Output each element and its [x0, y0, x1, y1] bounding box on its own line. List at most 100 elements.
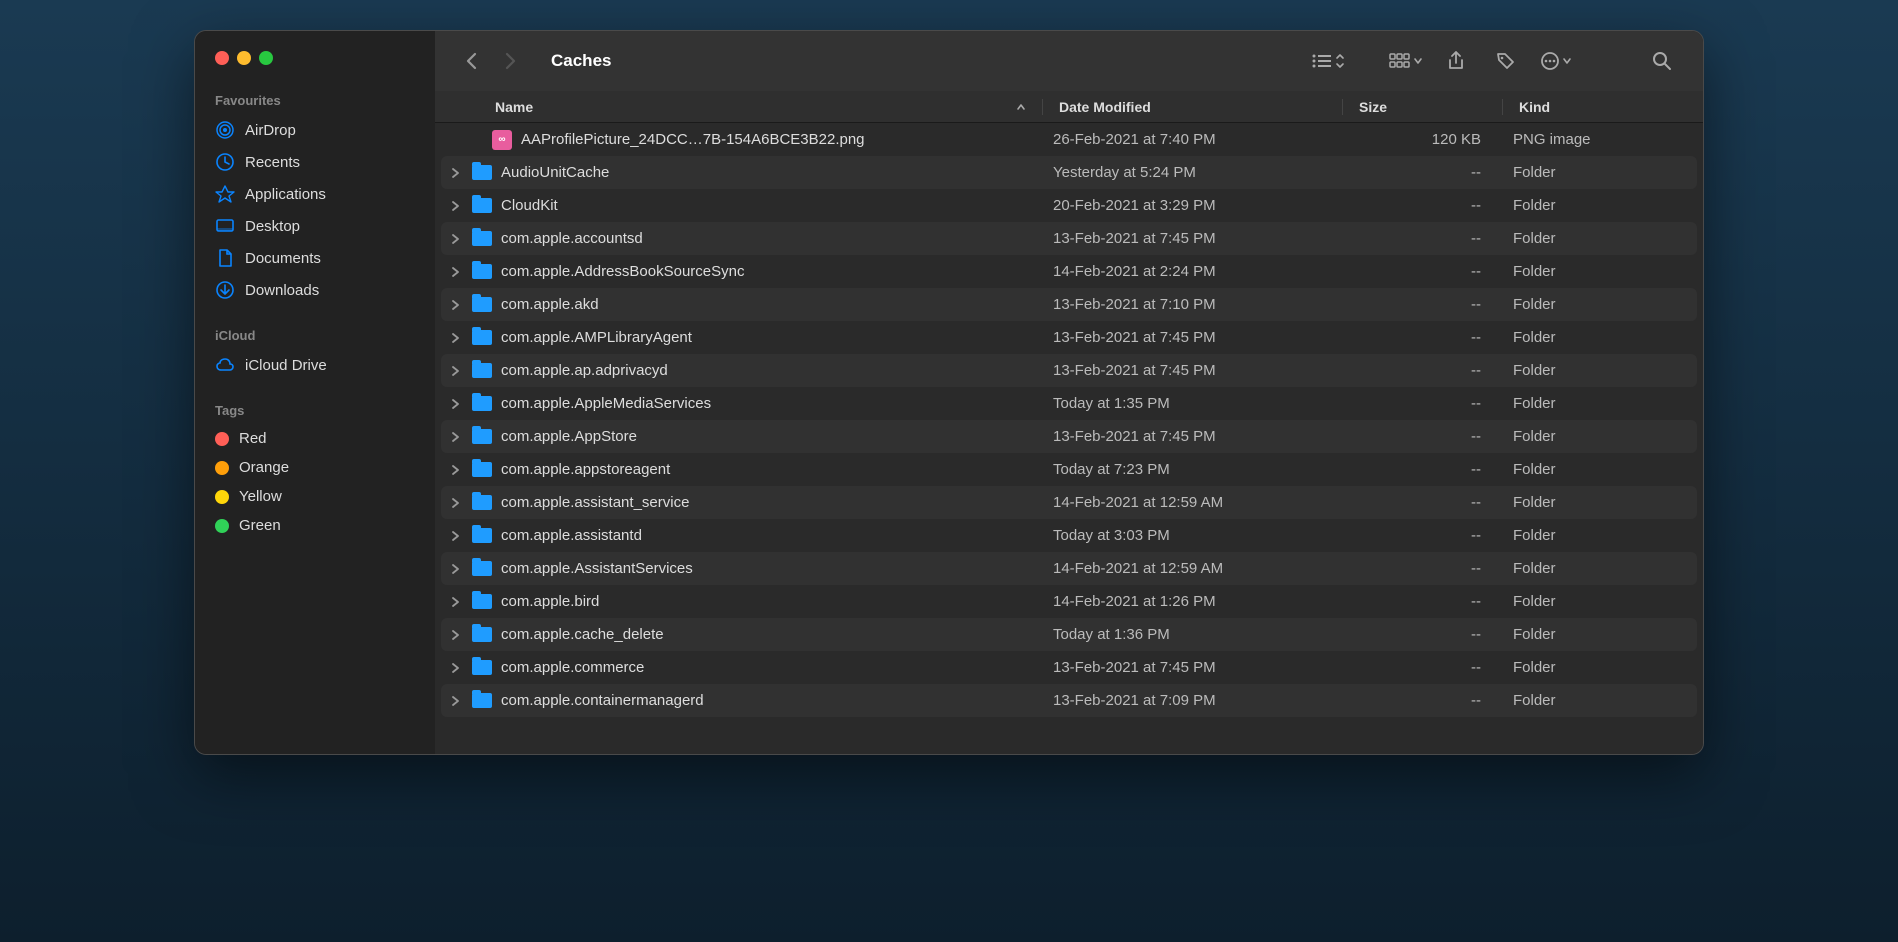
disclosure-icon[interactable] — [451, 663, 471, 673]
column-date[interactable]: Date Modified — [1043, 99, 1343, 115]
folder-icon — [471, 327, 493, 349]
file-size: -- — [1337, 461, 1497, 478]
file-size: -- — [1337, 560, 1497, 577]
disclosure-icon[interactable] — [451, 630, 471, 640]
disclosure-icon[interactable] — [451, 597, 471, 607]
file-name-cell: com.apple.assistant_service — [471, 492, 1037, 514]
sidebar-item-downloads[interactable]: Downloads — [195, 274, 435, 306]
sidebar-item-icloud-drive[interactable]: iCloud Drive — [195, 349, 435, 381]
disclosure-icon[interactable] — [451, 696, 471, 706]
file-row[interactable]: com.apple.AppStore13-Feb-2021 at 7:45 PM… — [441, 420, 1697, 453]
disclosure-icon[interactable] — [451, 498, 471, 508]
sidebar-item-yellow[interactable]: Yellow — [195, 482, 435, 511]
file-row[interactable]: com.apple.AssistantServices14-Feb-2021 a… — [441, 552, 1697, 585]
disclosure-icon[interactable] — [451, 432, 471, 442]
file-size: -- — [1337, 197, 1497, 214]
file-size: -- — [1337, 494, 1497, 511]
disclosure-icon[interactable] — [451, 531, 471, 541]
file-row[interactable]: com.apple.akd13-Feb-2021 at 7:10 PM--Fol… — [441, 288, 1697, 321]
sidebar-item-orange[interactable]: Orange — [195, 453, 435, 482]
file-name-cell: com.apple.ap.adprivacyd — [471, 360, 1037, 382]
file-row[interactable]: com.apple.assistantdToday at 3:03 PM--Fo… — [441, 519, 1697, 552]
minimize-button[interactable] — [237, 51, 251, 65]
disclosure-icon[interactable] — [451, 234, 471, 244]
file-row[interactable]: ∞AAProfilePicture_24DCC…7B-154A6BCE3B22.… — [441, 123, 1697, 156]
disclosure-icon[interactable] — [451, 564, 471, 574]
disclosure-icon[interactable] — [451, 366, 471, 376]
tags-button[interactable] — [1485, 45, 1527, 77]
share-button[interactable] — [1435, 45, 1477, 77]
sidebar-item-label: iCloud Drive — [245, 357, 327, 374]
sidebar-item-green[interactable]: Green — [195, 511, 435, 540]
disclosure-icon[interactable] — [451, 267, 471, 277]
disclosure-icon[interactable] — [451, 399, 471, 409]
disclosure-icon[interactable] — [451, 168, 471, 178]
view-list-button[interactable] — [1307, 45, 1349, 77]
sidebar-item-label: Documents — [245, 250, 321, 267]
file-kind: Folder — [1497, 230, 1697, 247]
file-size: -- — [1337, 692, 1497, 709]
sidebar-item-label: Orange — [239, 459, 289, 476]
file-row[interactable]: com.apple.AppleMediaServicesToday at 1:3… — [441, 387, 1697, 420]
disclosure-icon[interactable] — [451, 333, 471, 343]
sidebar-item-desktop[interactable]: Desktop — [195, 210, 435, 242]
forward-button[interactable] — [495, 45, 527, 77]
file-date: 20-Feb-2021 at 3:29 PM — [1037, 197, 1337, 214]
file-date: Today at 1:35 PM — [1037, 395, 1337, 412]
column-name[interactable]: Name — [495, 99, 1043, 115]
disclosure-icon[interactable] — [451, 201, 471, 211]
file-row[interactable]: CloudKit20-Feb-2021 at 3:29 PM--Folder — [441, 189, 1697, 222]
sidebar-item-recents[interactable]: Recents — [195, 146, 435, 178]
folder-icon — [471, 624, 493, 646]
file-row[interactable]: com.apple.accountsd13-Feb-2021 at 7:45 P… — [441, 222, 1697, 255]
sidebar-item-airdrop[interactable]: AirDrop — [195, 114, 435, 146]
disclosure-icon[interactable] — [451, 300, 471, 310]
window-title: Caches — [551, 51, 611, 71]
disclosure-icon[interactable] — [451, 465, 471, 475]
file-row[interactable]: com.apple.cache_deleteToday at 1:36 PM--… — [441, 618, 1697, 651]
sidebar-item-documents[interactable]: Documents — [195, 242, 435, 274]
file-row[interactable]: com.apple.appstoreagentToday at 7:23 PM-… — [441, 453, 1697, 486]
folder-icon — [471, 591, 493, 613]
actions-button[interactable] — [1535, 45, 1577, 77]
finder-window: FavouritesAirDropRecentsApplicationsDesk… — [194, 30, 1704, 755]
file-name: CloudKit — [501, 197, 558, 214]
file-date: Today at 7:23 PM — [1037, 461, 1337, 478]
column-size[interactable]: Size — [1343, 99, 1503, 115]
file-row[interactable]: AudioUnitCacheYesterday at 5:24 PM--Fold… — [441, 156, 1697, 189]
sidebar-section-header: Favourites — [195, 85, 435, 114]
file-row[interactable]: com.apple.assistant_service14-Feb-2021 a… — [441, 486, 1697, 519]
folder-icon — [471, 294, 493, 316]
file-name-cell: com.apple.commerce — [471, 657, 1037, 679]
sidebar-item-applications[interactable]: Applications — [195, 178, 435, 210]
folder-icon — [471, 690, 493, 712]
file-name-cell: com.apple.akd — [471, 294, 1037, 316]
file-size: -- — [1337, 230, 1497, 247]
file-kind: Folder — [1497, 263, 1697, 280]
tag-dot-icon — [215, 490, 229, 504]
file-list[interactable]: ∞AAProfilePicture_24DCC…7B-154A6BCE3B22.… — [435, 123, 1703, 754]
back-button[interactable] — [455, 45, 487, 77]
file-kind: Folder — [1497, 560, 1697, 577]
file-row[interactable]: com.apple.commerce13-Feb-2021 at 7:45 PM… — [441, 651, 1697, 684]
file-row[interactable]: com.apple.AMPLibraryAgent13-Feb-2021 at … — [441, 321, 1697, 354]
file-name: com.apple.assistantd — [501, 527, 642, 544]
document-icon — [215, 248, 235, 268]
file-date: Yesterday at 5:24 PM — [1037, 164, 1337, 181]
airdrop-icon — [215, 120, 235, 140]
file-row[interactable]: com.apple.ap.adprivacyd13-Feb-2021 at 7:… — [441, 354, 1697, 387]
sidebar-item-red[interactable]: Red — [195, 424, 435, 453]
file-name-cell: com.apple.bird — [471, 591, 1037, 613]
file-row[interactable]: com.apple.containermanagerd13-Feb-2021 a… — [441, 684, 1697, 717]
search-button[interactable] — [1641, 45, 1683, 77]
close-button[interactable] — [215, 51, 229, 65]
file-name: com.apple.AssistantServices — [501, 560, 693, 577]
file-row[interactable]: com.apple.bird14-Feb-2021 at 1:26 PM--Fo… — [441, 585, 1697, 618]
group-button[interactable] — [1385, 45, 1427, 77]
maximize-button[interactable] — [259, 51, 273, 65]
column-kind[interactable]: Kind — [1503, 99, 1703, 115]
file-row[interactable]: com.apple.AddressBookSourceSync14-Feb-20… — [441, 255, 1697, 288]
folder-icon — [471, 492, 493, 514]
file-size: -- — [1337, 329, 1497, 346]
file-kind: Folder — [1497, 659, 1697, 676]
